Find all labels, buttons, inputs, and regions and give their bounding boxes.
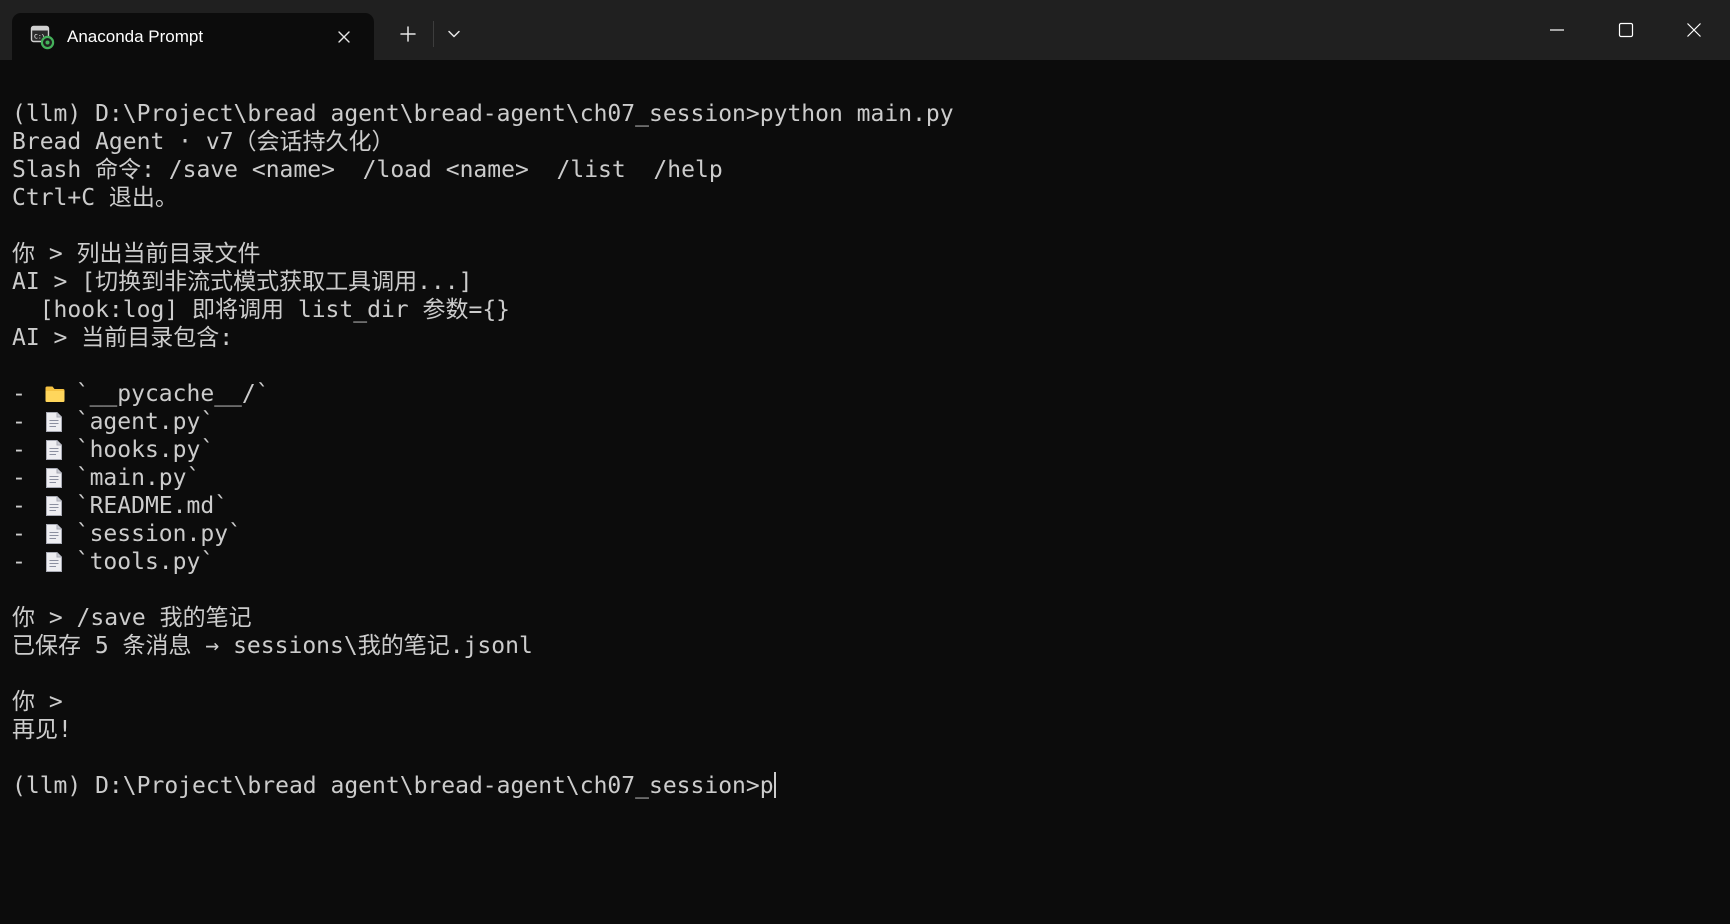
list-item-name: `session.py`: [75, 521, 242, 547]
shell-prompt: (llm) D:\Project\bread agent\bread-agent…: [12, 773, 760, 799]
list-item: - `hooks.py`: [12, 436, 954, 464]
terminal-line: AI > [切换到非流式模式获取工具调用...]: [12, 269, 473, 295]
file-icon: [44, 551, 64, 573]
tab-divider: [433, 21, 434, 47]
chevron-down-icon: [448, 30, 460, 38]
list-bullet: -: [12, 437, 26, 463]
terminal-text: (llm) D:\Project\bread agent\bread-agent…: [12, 100, 954, 800]
tab-close-button[interactable]: [330, 23, 358, 51]
list-item: - `__pycache__/`: [12, 380, 954, 408]
list-bullet: -: [12, 521, 26, 547]
terminal-line: (llm) D:\Project\bread agent\bread-agent…: [12, 101, 954, 127]
terminal-line: Ctrl+C 退出。: [12, 185, 178, 211]
list-item-name: `README.md`: [75, 493, 229, 519]
title-bar[interactable]: C:\ Anaconda Prompt: [0, 0, 1730, 60]
tab-anaconda-prompt[interactable]: C:\ Anaconda Prompt: [12, 13, 374, 60]
text-cursor: [773, 772, 776, 798]
tab-dropdown-button[interactable]: [437, 17, 471, 51]
list-bullet: -: [12, 465, 26, 491]
list-item: - `agent.py`: [12, 408, 954, 436]
minimize-icon: [1550, 29, 1564, 31]
plus-icon: [400, 26, 416, 42]
terminal-icon: C:\: [29, 24, 55, 50]
close-icon: [1687, 23, 1701, 37]
terminal-output[interactable]: (llm) D:\Project\bread agent\bread-agent…: [0, 60, 1730, 924]
list-item-name: `main.py`: [75, 465, 201, 491]
list-bullet: -: [12, 493, 26, 519]
terminal-line: Slash 命令: /save <name> /load <name> /lis…: [12, 157, 723, 183]
terminal-line: 再见!: [12, 717, 72, 743]
close-icon: [338, 31, 350, 43]
list-item: - `tools.py`: [12, 548, 954, 576]
terminal-line: 你 > 列出当前目录文件: [12, 241, 261, 267]
file-icon: [44, 523, 64, 545]
list-item-name: `agent.py`: [75, 409, 215, 435]
terminal-line: AI > 当前目录包含:: [12, 325, 234, 351]
file-icon: [44, 467, 64, 489]
list-bullet: -: [12, 549, 26, 575]
file-icon: [44, 411, 64, 433]
terminal-window: C:\ Anaconda Prompt (llm) D:\Project\bre…: [0, 0, 1730, 924]
close-window-button[interactable]: [1664, 0, 1724, 60]
command-input[interactable]: p: [760, 773, 774, 799]
terminal-line: 你 > /save 我的笔记: [12, 605, 252, 631]
list-item: - `README.md`: [12, 492, 954, 520]
tab-title: Anaconda Prompt: [67, 27, 204, 46]
folder-icon: [44, 383, 65, 405]
new-tab-button[interactable]: [391, 17, 425, 51]
maximize-icon: [1618, 22, 1634, 38]
terminal-line: 已保存 5 条消息 → sessions\我的笔记.jsonl: [12, 633, 533, 659]
terminal-line: 你 >: [12, 689, 63, 715]
terminal-line: [hook:log] 即将调用 list_dir 参数={}: [12, 297, 511, 323]
list-item: - `session.py`: [12, 520, 954, 548]
list-bullet: -: [12, 409, 26, 435]
list-item-name: `__pycache__/`: [75, 381, 270, 407]
command-line[interactable]: (llm) D:\Project\bread agent\bread-agent…: [12, 772, 954, 800]
list-bullet: -: [12, 381, 26, 407]
list-item-name: `tools.py`: [75, 549, 215, 575]
list-item: - `main.py`: [12, 464, 954, 492]
terminal-line: Bread Agent · v7（会话持久化）: [12, 129, 395, 155]
file-icon: [44, 495, 64, 517]
minimize-button[interactable]: [1527, 0, 1587, 60]
list-item-name: `hooks.py`: [75, 437, 215, 463]
maximize-button[interactable]: [1596, 0, 1656, 60]
file-icon: [44, 439, 64, 461]
